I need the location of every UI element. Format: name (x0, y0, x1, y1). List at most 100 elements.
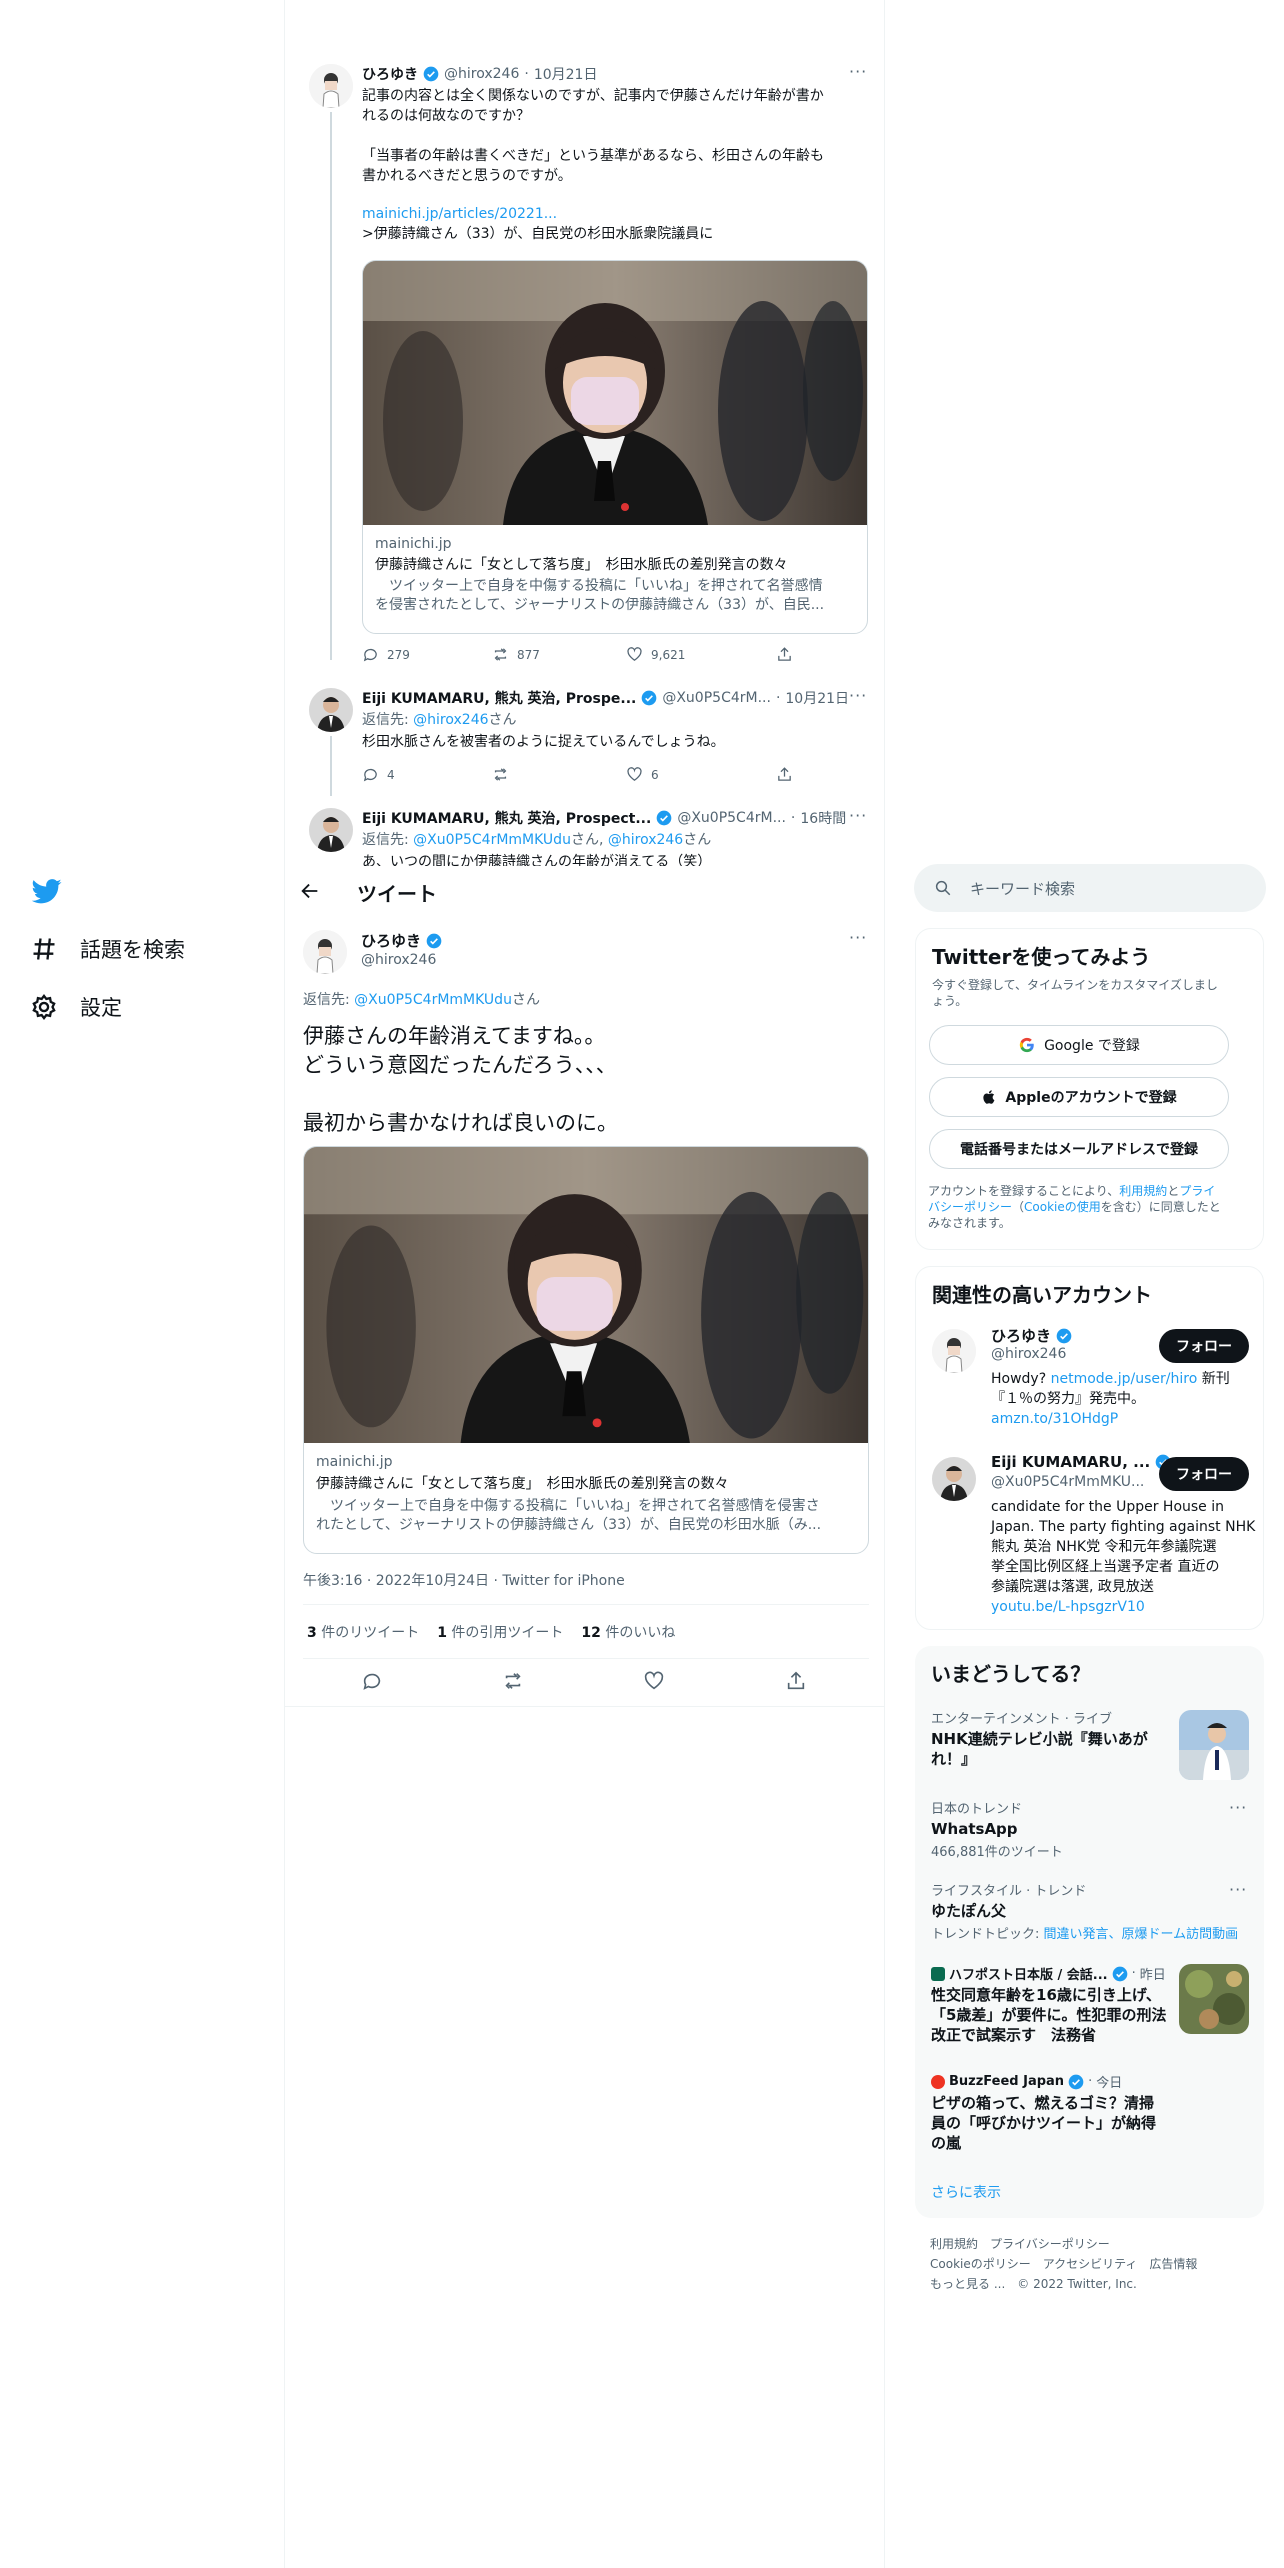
verified-icon (423, 66, 439, 82)
trend-item[interactable]: BuzzFeed Japan · 今日 ピザの箱って、燃えるゴミ？清掃 員の「呼び… (931, 2072, 1171, 2153)
cookie-link[interactable]: Cookieの使用 (1024, 1200, 1101, 1214)
bio-link[interactable]: netmode.jp/user/hiro (1051, 1371, 1198, 1387)
google-signup-button[interactable]: Google で登録 (929, 1025, 1229, 1065)
footer-ads[interactable]: 広告情報 (1149, 2254, 1197, 2274)
verified-icon (1112, 1966, 1127, 1981)
link-card[interactable]: mainichi.jp 伊藤詩織さんに「女として落ち度」 杉田水脈氏の差別発言の… (303, 1146, 869, 1554)
account-handle[interactable]: @hirox246 (991, 1346, 1066, 1362)
footer: 利用規約 プライバシーポリシー Cookieのポリシー アクセシビリティ 広告情… (930, 2234, 1260, 2294)
gear-icon (32, 994, 56, 1020)
account-handle[interactable]: @Xu0P5C4rMmMKU... (991, 1474, 1144, 1490)
author-name[interactable]: ひろゆき (362, 64, 418, 84)
reply-to-link[interactable]: @Xu0P5C4rMmMKUdu (354, 992, 512, 1008)
avatar[interactable] (309, 688, 353, 732)
retweet-icon (505, 1673, 521, 1689)
trend-item[interactable]: 日本のトレンド WhatsApp 466,881件のツイート (931, 1798, 1241, 1860)
account-name[interactable]: ひろゆき (991, 1325, 1051, 1346)
back-button[interactable] (299, 880, 321, 902)
reply-to-link[interactable]: @hirox246 (608, 832, 683, 848)
account-bio: Howdy? netmode.jp/user/hiro 新刊 『１％の努力』発売… (991, 1369, 1253, 1429)
card-title: 伊藤詩織さんに「女として落ち度」 杉田水脈氏の差別発言の数々 (316, 1476, 729, 1492)
account-item[interactable] (932, 1457, 976, 1501)
trend-item[interactable]: ハフポスト日本版 / 会話... · 昨日 性交同意年齢を16歳に引き上げ、 「5… (931, 1964, 1171, 2045)
twitter-logo-icon[interactable] (32, 876, 62, 906)
retweet-button[interactable] (502, 1670, 524, 1692)
quote-stat[interactable]: 1 件の引用ツイート (437, 1622, 563, 1642)
nav-explore[interactable]: 話題を検索 (30, 934, 185, 964)
author-name[interactable]: ひろゆき (361, 930, 421, 951)
apple-signup-button[interactable]: Appleのアカウントで登録 (929, 1077, 1229, 1117)
more-icon[interactable]: ··· (849, 62, 867, 81)
avatar[interactable] (309, 64, 353, 108)
trend-topic-link[interactable]: 間違い発言、原爆ドーム訪問動画 (1044, 1927, 1239, 1942)
more-icon[interactable]: ··· (1229, 1880, 1247, 1899)
relevant-title: 関連性の高いアカウント (932, 1283, 1152, 1307)
tweet-timestamp[interactable]: 午後3:16 · 2022年10月24日 · Twitter for iPhon… (303, 1570, 625, 1590)
share-icon (778, 647, 791, 661)
more-icon[interactable]: ··· (849, 806, 867, 825)
share-button[interactable] (776, 646, 793, 663)
footer-cookie[interactable]: Cookieのポリシー (930, 2254, 1031, 2274)
terms-link[interactable]: 利用規約 (1119, 1184, 1167, 1198)
account-item[interactable] (932, 1329, 976, 1373)
like-stat[interactable]: 12 件のいいね (581, 1622, 675, 1642)
footer-terms[interactable]: 利用規約 (930, 2234, 978, 2254)
footer-more[interactable]: もっと見る ... (930, 2274, 1005, 2294)
tweet-date[interactable]: 10月21日 (534, 64, 598, 84)
reply-to-link[interactable]: @hirox246 (413, 712, 488, 728)
hiroyuki-avatar (303, 930, 347, 974)
author-handle[interactable]: @Xu0P5C4rM... (677, 810, 786, 826)
retweet-button[interactable] (492, 766, 626, 783)
hashtag-icon (33, 938, 55, 960)
nav-settings[interactable]: 設定 (30, 992, 122, 1022)
avatar[interactable] (303, 930, 347, 974)
more-icon[interactable]: ··· (849, 928, 867, 947)
link-card[interactable]: mainichi.jp 伊藤詩織さんに「女として落ち度」 杉田水脈氏の差別発言の… (362, 260, 868, 634)
like-button[interactable]: 9,621 (626, 646, 776, 663)
retweet-stat[interactable]: 3 件のリツイート (307, 1622, 419, 1642)
reply-to-link[interactable]: @Xu0P5C4rMmMKUdu (413, 832, 571, 848)
tweet-date[interactable]: 10月21日 (785, 688, 849, 708)
reply-button[interactable] (361, 1670, 383, 1692)
page-header: ツイート (285, 866, 884, 918)
trend-item[interactable]: エンターテインメント · ライブ NHK連続テレビ小説『舞いあが れ！』 (931, 1708, 1171, 1769)
reply-button[interactable]: 4 (362, 766, 492, 783)
author-handle[interactable]: @Xu0P5C4rM... (662, 690, 771, 706)
footer-accessibility[interactable]: アクセシビリティ (1043, 2254, 1138, 2274)
more-icon[interactable]: ··· (849, 686, 867, 705)
tweet-link[interactable]: mainichi.jp/articles/20221... (362, 204, 872, 224)
eiji-avatar (309, 688, 353, 732)
author-name[interactable]: Eiji KUMAMARU, 熊丸 英治, Prospe... (362, 688, 636, 708)
card-meta: mainichi.jp 伊藤詩織さんに「女として落ち度」 杉田水脈氏の差別発言の… (304, 1443, 868, 1545)
privacy-link[interactable]: プライ (1179, 1184, 1215, 1198)
more-icon[interactable]: ··· (1229, 1798, 1247, 1817)
retweet-button[interactable]: 877 (492, 646, 626, 663)
tweet-date[interactable]: 16時間 (800, 808, 846, 828)
follow-button[interactable]: フォロー (1159, 1457, 1249, 1491)
bio-link[interactable]: youtu.be/L-hpsgzrV10 (991, 1597, 1261, 1617)
reply-to: 返信先: @hirox246さん (362, 712, 517, 728)
author-name[interactable]: Eiji KUMAMARU, 熊丸 英治, Prospect... (362, 808, 651, 828)
like-button[interactable]: 6 (626, 766, 776, 783)
show-more-link[interactable]: さらに表示 (931, 2182, 1001, 2202)
share-button[interactable] (776, 766, 793, 783)
bio-link[interactable]: amzn.to/31OHdgP (991, 1409, 1253, 1429)
account-name[interactable]: Eiji KUMAMARU, ... (991, 1453, 1150, 1471)
avatar[interactable] (309, 808, 353, 852)
reply-button[interactable]: 279 (362, 646, 492, 663)
nav-explore-label: 話題を検索 (80, 938, 185, 962)
search-input[interactable]: キーワード検索 (970, 878, 1075, 899)
card-desc: ツイッター上で自身を中傷する投稿に「いいね」を押されて名誉感情を侵害さ (316, 1498, 820, 1514)
footer-privacy[interactable]: プライバシーポリシー (990, 2234, 1110, 2254)
phone-signup-button[interactable]: 電話番号またはメールアドレスで登録 (929, 1129, 1229, 1169)
search-box[interactable]: キーワード検索 (914, 864, 1266, 912)
author-handle[interactable]: @hirox246 (444, 66, 519, 82)
like-button[interactable] (643, 1670, 665, 1692)
main-column: ひろゆき @hirox246 · 10月21日 ··· 記事の内容とは全く関係な… (285, 0, 885, 2568)
follow-button[interactable]: フォロー (1159, 1329, 1249, 1363)
share-button[interactable] (785, 1670, 807, 1692)
author-handle[interactable]: @hirox246 (361, 952, 436, 968)
reply-to: 返信先: @Xu0P5C4rMmMKUduさん, @hirox246さん (362, 832, 712, 848)
reply-icon (363, 1673, 381, 1690)
trend-item[interactable]: ライフスタイル · トレンド ゆたぽん父 トレンドトピック: 間違い発言、原爆ド… (931, 1880, 1251, 1942)
